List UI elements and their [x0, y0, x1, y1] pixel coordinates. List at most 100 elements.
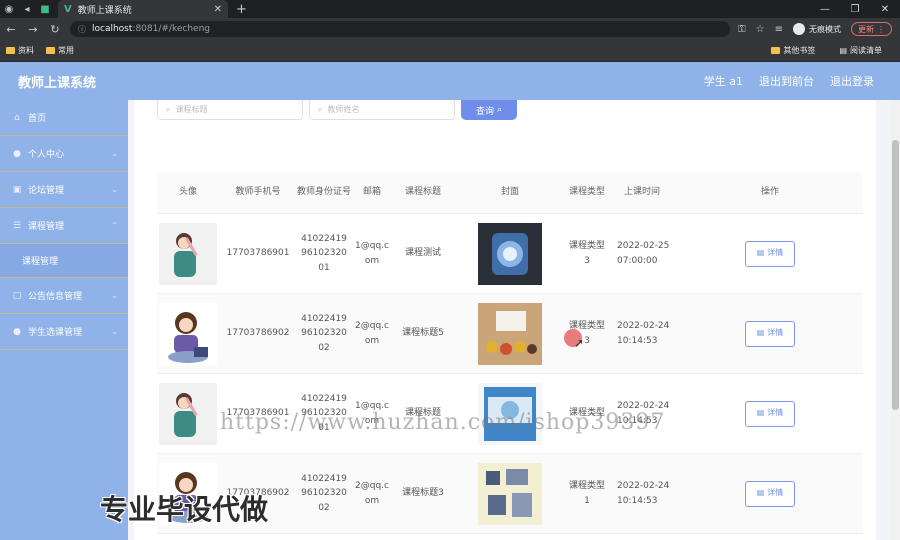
other-bookmarks[interactable]: 其他书签 [771, 45, 815, 56]
search-button[interactable]: 查询 ⌕ [461, 100, 517, 120]
sidebar-subitem-course[interactable]: 课程管理 [0, 244, 128, 278]
reading-list[interactable]: ▤ 阅读清单 [839, 45, 882, 56]
user-icon: ● [13, 326, 21, 337]
teacher-email: 2@qq.com [355, 481, 389, 506]
site-info-icon[interactable]: ⓘ [78, 24, 86, 35]
teacher-id-card: 410224199610232001 [301, 233, 347, 273]
sidebar-item-label: 首页 [28, 114, 47, 124]
teacher-email: 1@qq.com [355, 241, 389, 266]
teacher-phone: 17703786902 [226, 328, 290, 339]
teacher-name-search-input[interactable]: ⌕ 教师姓名 [309, 100, 455, 120]
browser-menu-icon[interactable]: ◉ [0, 0, 18, 18]
detail-button[interactable]: ▤ 详情 [745, 400, 795, 427]
page-scrollbar[interactable] [891, 100, 900, 540]
detail-button-label: 详情 [767, 248, 784, 258]
chevron-up-icon: ⌃ [111, 221, 118, 230]
reload-icon[interactable]: ↻ [44, 18, 66, 40]
course-cover [478, 462, 542, 525]
sidebar-item-profile[interactable]: ● 个人中心 ⌄ [0, 136, 128, 172]
document-icon: ▤ [756, 408, 765, 418]
teacher-avatar [159, 382, 217, 445]
detail-button-label: 详情 [767, 328, 784, 338]
audio-icon[interactable]: ◂ [18, 0, 36, 18]
bookmark-label: 其他书签 [783, 46, 816, 55]
maximize-icon[interactable]: ❐ [840, 0, 870, 18]
url-host: localhost [92, 24, 133, 34]
detail-button[interactable]: ▤ 详情 [745, 240, 795, 267]
browser-tabbar: ◉ ◂ ■ V 教师上课系统 ✕ + — ❐ ✕ [0, 0, 900, 18]
home-icon: ⌂ [14, 112, 20, 123]
bookmark-label: 阅读清单 [850, 46, 882, 55]
sidebar-item-home[interactable]: ⌂ 首页 [0, 100, 128, 136]
column-header: 上课时间 [623, 187, 660, 198]
tab-favicon-icon: ■ [40, 3, 50, 15]
key-icon[interactable]: ⚿ [738, 24, 746, 35]
back-to-front-link[interactable]: 退出到前台 [759, 73, 814, 89]
forward-icon[interactable]: → [22, 18, 44, 40]
current-user: 学生 a1 [703, 75, 743, 88]
chevron-down-icon: ⌄ [111, 291, 118, 300]
search-icon: ⌕ [496, 105, 503, 115]
reading-list-icon[interactable]: ≡ [775, 24, 783, 35]
teacher-id-card: 410224199610232002 [301, 313, 347, 353]
class-time: 2022-02-25 07:00:00 [617, 241, 670, 266]
incognito-icon [792, 23, 805, 35]
browser-tab[interactable]: V 教师上课系统 ✕ [58, 0, 228, 18]
close-tab-icon[interactable]: ✕ [214, 4, 222, 15]
content-panel: ⌕ 课程标题 ⌕ 教师姓名 查询 ⌕ 头像 教师手机号 教师身份证号 邮箱 课程… [134, 100, 876, 540]
course-title: 课程标题3 [402, 488, 444, 499]
sidebar-item-label: 论坛管理 [28, 186, 65, 196]
column-header: 封面 [500, 187, 519, 198]
sidebar-item-label: 学生选课管理 [28, 328, 83, 338]
update-button[interactable]: 更新 ⋮ [850, 22, 892, 36]
sidebar-item-enrollment[interactable]: ● 学生选课管理 ⌄ [0, 314, 128, 350]
column-header: 教师身份证号 [297, 187, 352, 198]
sidebar: ⌂ 首页 ● 个人中心 ⌄ ▣ 论坛管理 ⌄ ☰ 课程管理 ⌃ 课程管理 ▢ 公… [0, 100, 128, 540]
notice-icon: ▢ [12, 290, 22, 301]
detail-button[interactable]: ▤ 详情 [745, 320, 795, 347]
url-input[interactable]: ⓘ localhost :8081/#/kecheng [70, 21, 730, 37]
main-content: ⌕ 课程标题 ⌕ 教师姓名 查询 ⌕ 头像 教师手机号 教师身份证号 邮箱 课程… [128, 100, 900, 540]
incognito-indicator[interactable]: 无痕模式 [792, 23, 841, 35]
detail-button-label: 详情 [767, 488, 784, 498]
mouse-cursor-icon: ➚ [574, 336, 585, 350]
search-button-label: 查询 [475, 106, 494, 117]
detail-button[interactable]: ▤ 详情 [745, 480, 795, 507]
sidebar-item-label: 课程管理 [28, 222, 65, 232]
search-placeholder: 教师姓名 [327, 105, 360, 114]
bookmark-label: 资料 [18, 46, 34, 55]
search-icon: ⌕ [318, 104, 323, 114]
back-icon[interactable]: ← [0, 18, 22, 40]
window-close-icon[interactable]: ✕ [870, 0, 900, 18]
sidebar-item-forum[interactable]: ▣ 论坛管理 ⌄ [0, 172, 128, 208]
bookmark-folder[interactable]: 常用 [46, 45, 74, 56]
minimize-icon[interactable]: — [810, 0, 840, 18]
search-icon: ⌕ [166, 104, 171, 114]
sidebar-item-course[interactable]: ☰ 课程管理 ⌃ [0, 208, 128, 244]
star-icon[interactable]: ☆ [756, 24, 765, 35]
new-tab-icon[interactable]: + [236, 2, 247, 17]
course-title-search-input[interactable]: ⌕ 课程标题 [157, 100, 303, 120]
bookmark-folder[interactable]: 资料 [6, 45, 34, 56]
update-label: 更新 [857, 24, 874, 34]
chevron-down-icon: ⌄ [111, 149, 118, 158]
sidebar-subitem-label: 课程管理 [22, 257, 59, 267]
scrollbar-thumb[interactable] [892, 140, 899, 410]
table-row: 17703786901 410224199610232001 1@qq.com … [157, 214, 863, 294]
tab-title: 教师上课系统 [77, 5, 132, 16]
forum-icon: ▣ [12, 184, 22, 195]
browser-addressbar: ← → ↻ ⓘ localhost :8081/#/kecheng ⚿ ☆ ≡ … [0, 18, 900, 40]
teacher-phone: 17703786901 [226, 248, 290, 259]
more-icon: ⋮ [876, 24, 885, 34]
logout-link[interactable]: 退出登录 [830, 73, 874, 89]
course-title: 课程测试 [404, 248, 441, 259]
app-title: 教师上课系统 [18, 75, 97, 91]
teacher-avatar [159, 302, 217, 365]
chevron-down-icon: ⌄ [111, 185, 118, 194]
incognito-label: 无痕模式 [808, 24, 841, 34]
vue-logo-icon: V [64, 3, 72, 15]
sidebar-item-notice[interactable]: ▢ 公告信息管理 ⌄ [0, 278, 128, 314]
course-type: 课程类型3 [569, 241, 606, 266]
teacher-avatar [159, 222, 217, 285]
class-time: 2022-02-24 10:14:53 [617, 481, 670, 506]
